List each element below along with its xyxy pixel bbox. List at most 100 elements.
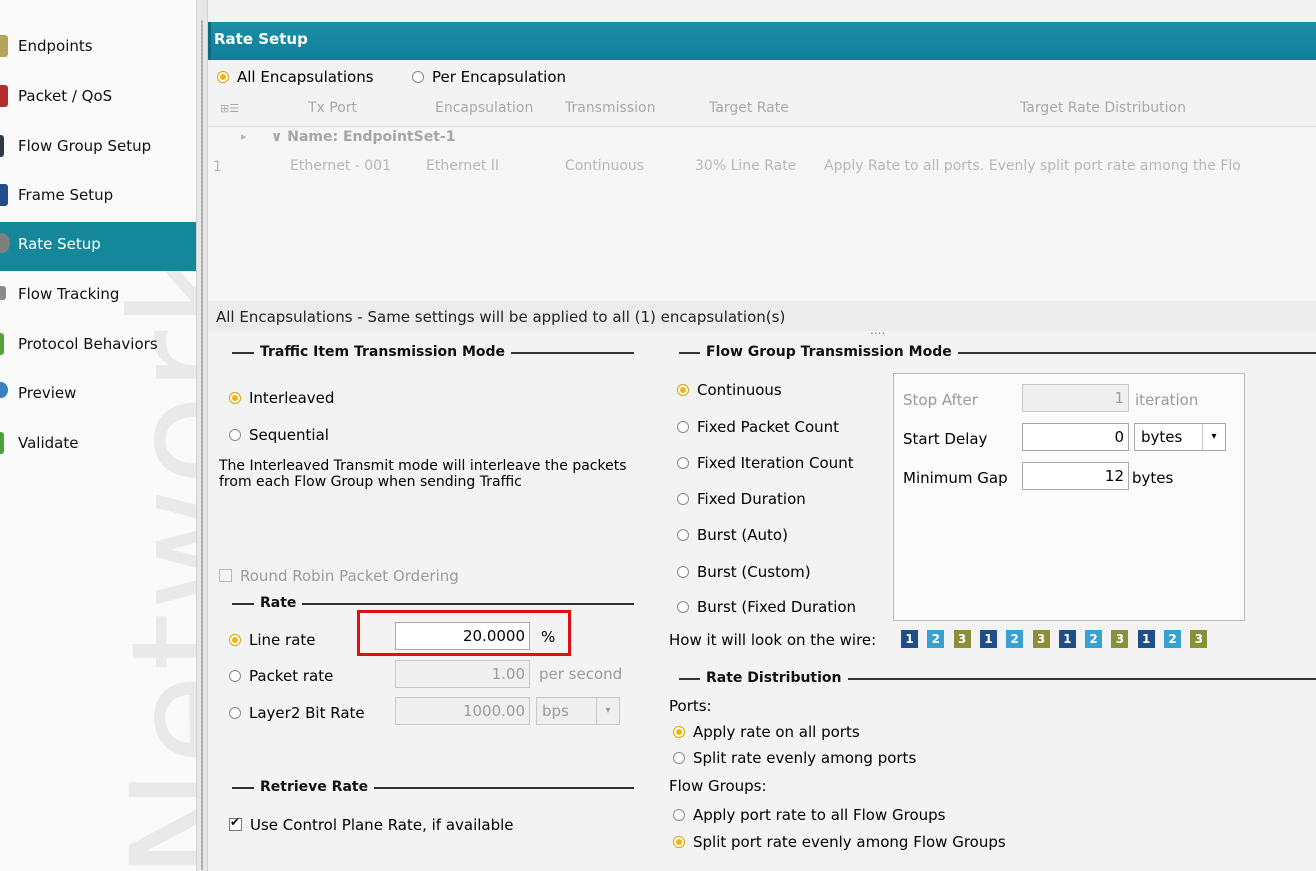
rate-icon [0, 233, 10, 253]
checkbox-use-control-plane-rate[interactable]: Use Control Plane Rate, if available [229, 815, 514, 834]
collapse-icon: ∨ [271, 129, 288, 145]
table-cell-target-rate[interactable]: 30% Line Rate [695, 158, 796, 174]
radio-apply-rate-all-ports[interactable]: Apply rate on all ports [673, 723, 860, 741]
grid-header: ⊞☰ Tx Port Encapsulation Transmission Ta… [208, 93, 1316, 127]
status-bar: All Encapsulations - Same settings will … [208, 301, 1316, 331]
packet-rate-unit: per second [539, 665, 623, 683]
line-rate-input[interactable]: 20.0000 [395, 622, 530, 650]
radio-fixed-packet-count[interactable]: Fixed Packet Count [677, 418, 839, 436]
radio-selected-icon [229, 634, 241, 646]
radio-icon [229, 707, 241, 719]
checkbox-round-robin[interactable]: Round Robin Packet Ordering [219, 567, 459, 585]
sidebar-item-frame-setup[interactable]: Frame Setup [0, 173, 196, 222]
mode-description: The Interleaved Transmit mode will inter… [219, 458, 627, 490]
col-target-rate[interactable]: Target Rate [709, 100, 789, 116]
page-header: Rate Setup [208, 22, 1316, 60]
checkbox-icon [219, 569, 232, 582]
radio-all-encapsulations[interactable]: All Encapsulations [217, 68, 374, 86]
radio-icon [677, 457, 689, 469]
radio-icon [412, 71, 424, 83]
radio-selected-icon [673, 726, 685, 738]
wire-block-2: 2 [1006, 630, 1024, 648]
bit-rate-input[interactable]: 1000.00 [395, 697, 530, 725]
checkbox-checked-icon [229, 815, 242, 831]
col-tx-port[interactable]: Tx Port [308, 100, 357, 116]
wire-label: How it will look on the wire: [669, 631, 877, 649]
wire-block-1: 1 [979, 630, 997, 648]
grid-options-icon[interactable]: ⊞☰ [220, 102, 239, 115]
top-strip [208, 0, 1316, 22]
radio-icon [673, 752, 685, 764]
radio-selected-icon [673, 836, 685, 848]
wire-block-2: 2 [1085, 630, 1103, 648]
table-cell-distribution[interactable]: Apply Rate to all ports. Evenly split po… [824, 158, 1241, 174]
line-rate-unit: % [541, 628, 556, 646]
radio-split-rate-ports[interactable]: Split rate evenly among ports [673, 749, 916, 767]
radio-selected-icon [677, 384, 689, 396]
splitter[interactable] [196, 0, 208, 871]
sidebar-item-preview[interactable]: Preview [0, 371, 196, 420]
protocol-icon [0, 333, 4, 355]
radio-interleaved[interactable]: Interleaved [229, 389, 334, 407]
page-title: Rate Setup [214, 30, 308, 48]
sidebar-item-rate-setup[interactable]: Rate Setup [0, 222, 196, 271]
frame-icon [0, 184, 8, 206]
chevron-down-icon: ▾ [596, 698, 619, 724]
sidebar-item-packet-qos[interactable]: Packet / QoS [0, 74, 196, 123]
radio-icon [677, 601, 689, 613]
sidebar-item-protocol-behaviors[interactable]: Protocol Behaviors [0, 322, 196, 371]
col-target-rate-distribution[interactable]: Target Rate Distribution [1020, 100, 1186, 116]
radio-icon [229, 670, 241, 682]
start-delay-unit-select[interactable]: bytes ▾ [1134, 423, 1226, 451]
radio-packet-rate[interactable]: Packet rate [229, 667, 333, 685]
resize-grip[interactable]: .... [870, 323, 885, 337]
radio-icon [229, 429, 241, 441]
section-rate: Rate [254, 595, 303, 611]
radio-icon [677, 566, 689, 578]
col-transmission[interactable]: Transmission [565, 100, 655, 116]
radio-selected-icon [229, 392, 241, 404]
sidebar-item-endpoints[interactable]: Endpoints [0, 24, 196, 73]
start-delay-input[interactable]: 0 [1022, 423, 1129, 451]
table-row-number: 1 [213, 159, 222, 175]
sidebar-item-validate[interactable]: Validate [0, 421, 196, 470]
expand-icon[interactable]: ▸ [241, 130, 247, 143]
radio-per-encapsulation[interactable]: Per Encapsulation [412, 68, 566, 86]
sidebar-item-flow-tracking[interactable]: Flow Tracking [0, 272, 196, 321]
radio-icon [677, 421, 689, 433]
section-retrieve-rate: Retrieve Rate [254, 779, 375, 795]
encapsulation-grid: ⊞☰ Tx Port Encapsulation Transmission Ta… [208, 93, 1316, 302]
stop-after-label: Stop After [903, 391, 978, 409]
radio-burst-auto[interactable]: Burst (Auto) [677, 526, 788, 544]
table-cell-encapsulation[interactable]: Ethernet II [426, 158, 499, 174]
minimum-gap-unit: bytes [1132, 469, 1174, 487]
radio-fixed-iteration-count[interactable]: Fixed Iteration Count [677, 454, 854, 472]
flow-groups-label: Flow Groups: [669, 777, 767, 795]
radio-sequential[interactable]: Sequential [229, 426, 329, 444]
table-cell-tx-port[interactable]: Ethernet - 001 [290, 158, 391, 174]
group-row[interactable]: ∨ Name: EndpointSet-1 [271, 129, 455, 145]
col-encapsulation[interactable]: Encapsulation [435, 100, 533, 116]
sidebar-item-flow-group-setup[interactable]: Flow Group Setup [0, 124, 196, 173]
section-flow-group-mode: Flow Group Transmission Mode [700, 344, 958, 360]
packet-rate-input[interactable]: 1.00 [395, 660, 530, 688]
radio-apply-port-rate-flow-groups[interactable]: Apply port rate to all Flow Groups [673, 806, 945, 824]
radio-split-port-rate-flow-groups[interactable]: Split port rate evenly among Flow Groups [673, 833, 1006, 851]
minimum-gap-input[interactable]: 12 [1022, 462, 1129, 490]
table-cell-transmission[interactable]: Continuous [565, 158, 644, 174]
radio-continuous[interactable]: Continuous [677, 381, 782, 399]
radio-burst-fixed-duration[interactable]: Burst (Fixed Duration [677, 598, 885, 616]
radio-line-rate[interactable]: Line rate [229, 631, 316, 649]
stop-after-input[interactable]: 1 [1022, 384, 1129, 412]
wire-block-2: 2 [927, 630, 945, 648]
radio-fixed-duration[interactable]: Fixed Duration [677, 490, 806, 508]
tracking-icon [0, 286, 6, 300]
wire-block-3: 3 [953, 630, 971, 648]
radio-layer2-bit-rate[interactable]: Layer2 Bit Rate [229, 704, 365, 722]
sidebar: Network Endpoints Packet / QoS Flow Grou… [0, 0, 196, 871]
ports-label: Ports: [669, 697, 712, 715]
wire-block-3: 3 [1190, 630, 1208, 648]
bit-rate-unit-select[interactable]: bps ▾ [536, 697, 620, 725]
packet-icon [0, 85, 8, 107]
radio-burst-custom[interactable]: Burst (Custom) [677, 563, 811, 581]
